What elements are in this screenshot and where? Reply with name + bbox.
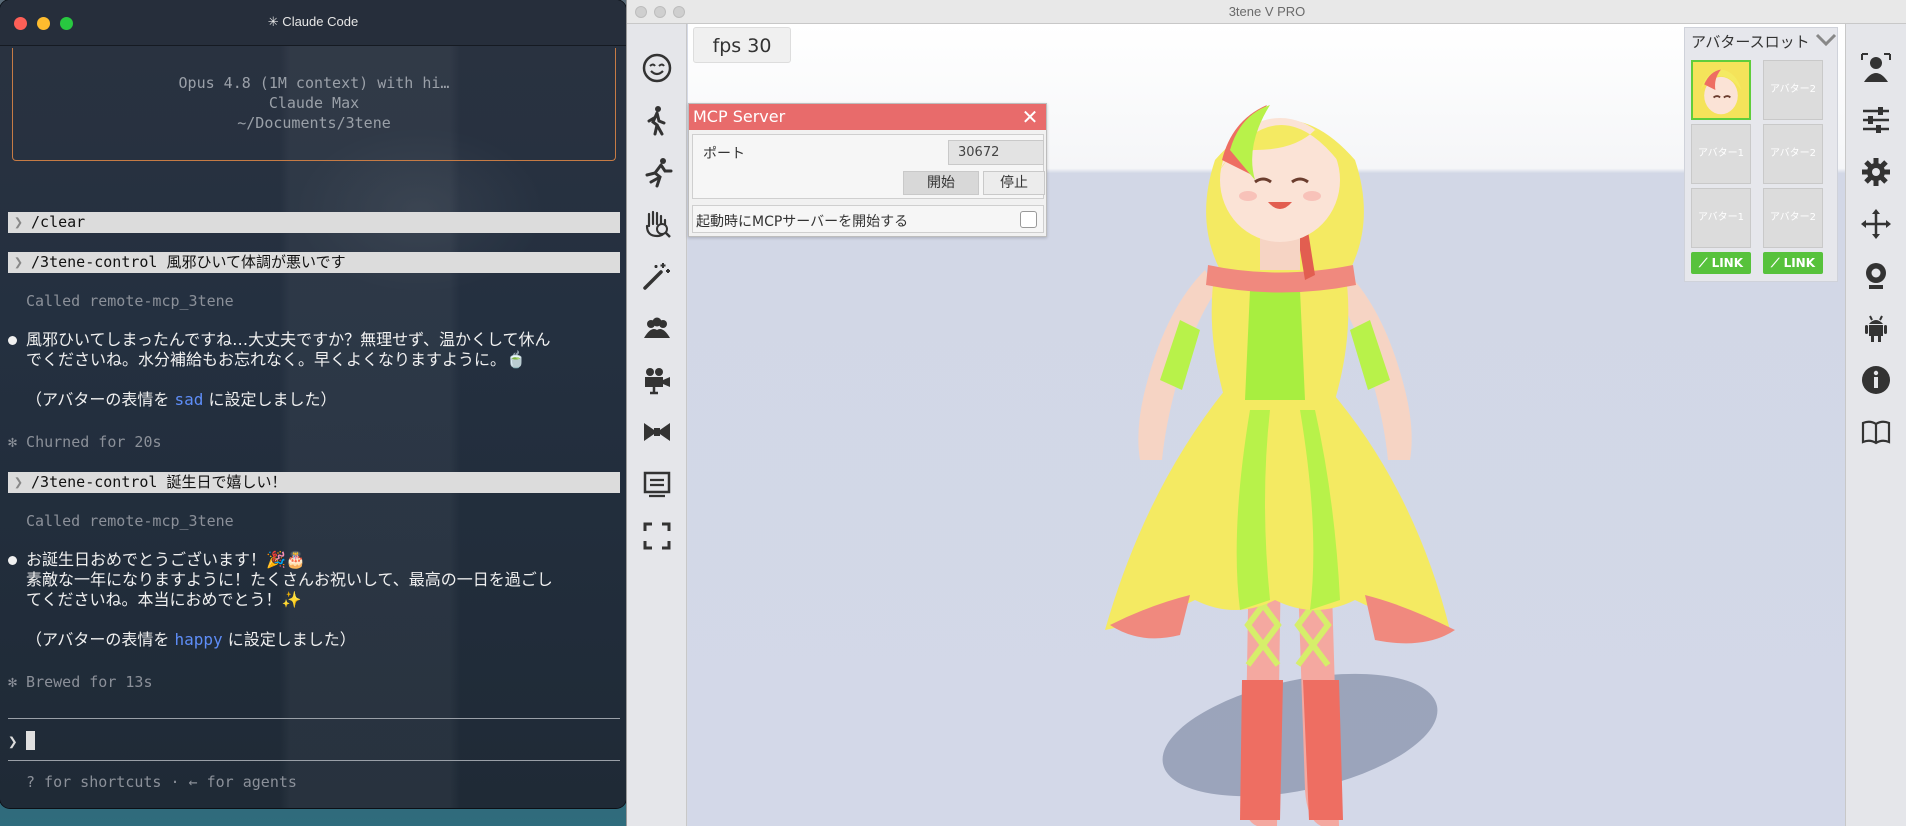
mcp-settings-box: ポート 30672 開始 停止 [692,134,1045,199]
terminal-window[interactable]: ✳ Claude Code Opus 4.8 (1M context) with… [0,0,626,808]
command-line: ❯ /clear [8,212,620,233]
avatar-slot[interactable]: アバター2 [1763,60,1823,120]
book-icon[interactable] [1858,414,1894,450]
banner-model: Opus 4.8 (1M context) with hi… [178,74,450,92]
status-prefix: （アバターの表情を [26,630,175,649]
response-line: お誕生日おめでとうございます！🎉🎂 [26,550,306,569]
expression-value: sad [174,390,204,409]
avatar-slot-panel: アバタースロット アバター2 アバター1 アバター2 アバター1 アバター2 ⟋… [1684,27,1838,282]
link-button[interactable]: ⟋ LINK [1691,252,1751,274]
status-line: （アバターの表情を sad に設定しました） [26,390,336,410]
link-label: LINK [1711,256,1744,270]
command-line: ❯ /3tene-control 風邪ひいて体調が悪いです [8,252,620,273]
robot-icon[interactable] [1858,310,1894,346]
banner-plan: Claude Max [268,94,360,112]
terminal-title: ✳ Claude Code [267,14,359,29]
tool-call-text: Called remote-mcp_3tene [26,292,234,310]
sliders-icon[interactable] [1858,102,1894,138]
response-line: でくださいね。水分補給もお忘れなく。早くよくなりますように。🍵 [26,350,526,369]
autostart-label: 起動時にMCPサーバーを開始する [696,214,909,230]
avatar-slot[interactable]: アバター1 [1691,188,1751,248]
group-icon[interactable] [639,310,675,346]
mcp-header[interactable]: MCP Server ✕ [689,104,1046,130]
response-bullet [8,556,17,565]
status-suffix: に設定しました） [203,390,337,409]
input-separator [8,718,620,719]
command-text: /3tene-control 誕生日で嬉しい！ [31,473,287,491]
claude-banner: Opus 4.8 (1M context) with hi… Claude Ma… [12,48,616,161]
fps-indicator: fps 30 [693,27,791,63]
link-label: LINK [1783,256,1816,270]
gear-icon[interactable] [1858,154,1894,190]
close-icon[interactable]: ✕ [1018,105,1042,129]
command-text: /clear [31,213,86,231]
mcp-server-dialog[interactable]: MCP Server ✕ ポート 30672 開始 停止 起動時にMCPサーバー… [688,103,1047,237]
left-toolbar [627,24,687,826]
avatar-thumbnail [1693,62,1749,118]
hand-search-icon[interactable] [639,206,675,242]
app-titlebar[interactable]: 3tene V PRO [627,0,1906,24]
status-prefix: （アバターの表情を [26,390,175,409]
response-line: 素敵な一年になりますように！たくさんお祝いして、最高の一日を過ごし [26,570,553,589]
elapsed-text: ✻ Churned for 20s [8,433,162,451]
input-cursor[interactable] [26,731,35,750]
magic-wand-icon[interactable] [639,258,675,294]
webcam-icon[interactable] [1858,258,1894,294]
mcp-title: MCP Server [693,107,786,126]
start-button[interactable]: 開始 [903,171,979,195]
avatar-character[interactable] [1100,90,1470,826]
tool-call-text: Called remote-mcp_3tene [26,512,234,530]
response-bullet [8,336,17,345]
prompt-glyph: ❯ [14,213,24,231]
port-input[interactable]: 30672 [948,140,1044,165]
elapsed-text: ✻ Brewed for 13s [8,673,153,691]
prompt-glyph: ❯ [14,253,24,271]
avatar-slot[interactable]: アバター2 [1763,188,1823,248]
shortcuts-hint: ? for shortcuts · ← for agents [26,773,297,791]
screen-icon[interactable] [639,466,675,502]
face-icon[interactable] [639,50,675,86]
port-label: ポート [703,146,745,162]
stop-button[interactable]: 停止 [983,171,1045,195]
response-line: てくださいね。本当におめでとう！✨ [26,590,302,609]
expression-value: happy [174,630,223,649]
input-prompt-glyph: ❯ [8,732,18,751]
avatar-slot-active[interactable] [1691,60,1751,120]
walk-icon[interactable] [639,102,675,138]
person-icon[interactable] [1858,50,1894,86]
input-separator [8,760,620,761]
camera-icon[interactable] [639,362,675,398]
banner-path: ~/Documents/3tene [237,114,391,132]
status-line: （アバターの表情を happy に設定しました） [26,630,356,650]
command-text: /3tene-control 風邪ひいて体調が悪いです [31,253,346,271]
chevron-down-icon[interactable] [1815,31,1837,49]
ribbon-icon[interactable] [639,414,675,450]
response-line: 風邪ひいてしまったんですね…大丈夫ですか？無理せず、温かくして休ん [26,330,551,349]
autostart-checkbox[interactable] [1020,211,1037,228]
right-toolbar [1845,24,1906,826]
info-icon[interactable] [1858,362,1894,398]
avatar-slot[interactable]: アバター1 [1691,124,1751,184]
avatar-slot[interactable]: アバター2 [1763,124,1823,184]
app-title: 3tene V PRO [1228,4,1306,19]
link-button[interactable]: ⟋ LINK [1763,252,1823,274]
avatar-slot-title: アバタースロット [1691,33,1810,51]
autostart-row[interactable]: 起動時にMCPサーバーを開始する [692,205,1044,233]
terminal-titlebar[interactable]: ✳ Claude Code [0,0,626,46]
status-suffix: に設定しました） [222,630,356,649]
command-line: ❯ /3tene-control 誕生日で嬉しい！ [8,472,620,493]
fullscreen-icon[interactable] [639,518,675,554]
move-icon[interactable] [1858,206,1894,242]
prompt-glyph: ❯ [14,473,24,491]
run-icon[interactable] [639,154,675,190]
